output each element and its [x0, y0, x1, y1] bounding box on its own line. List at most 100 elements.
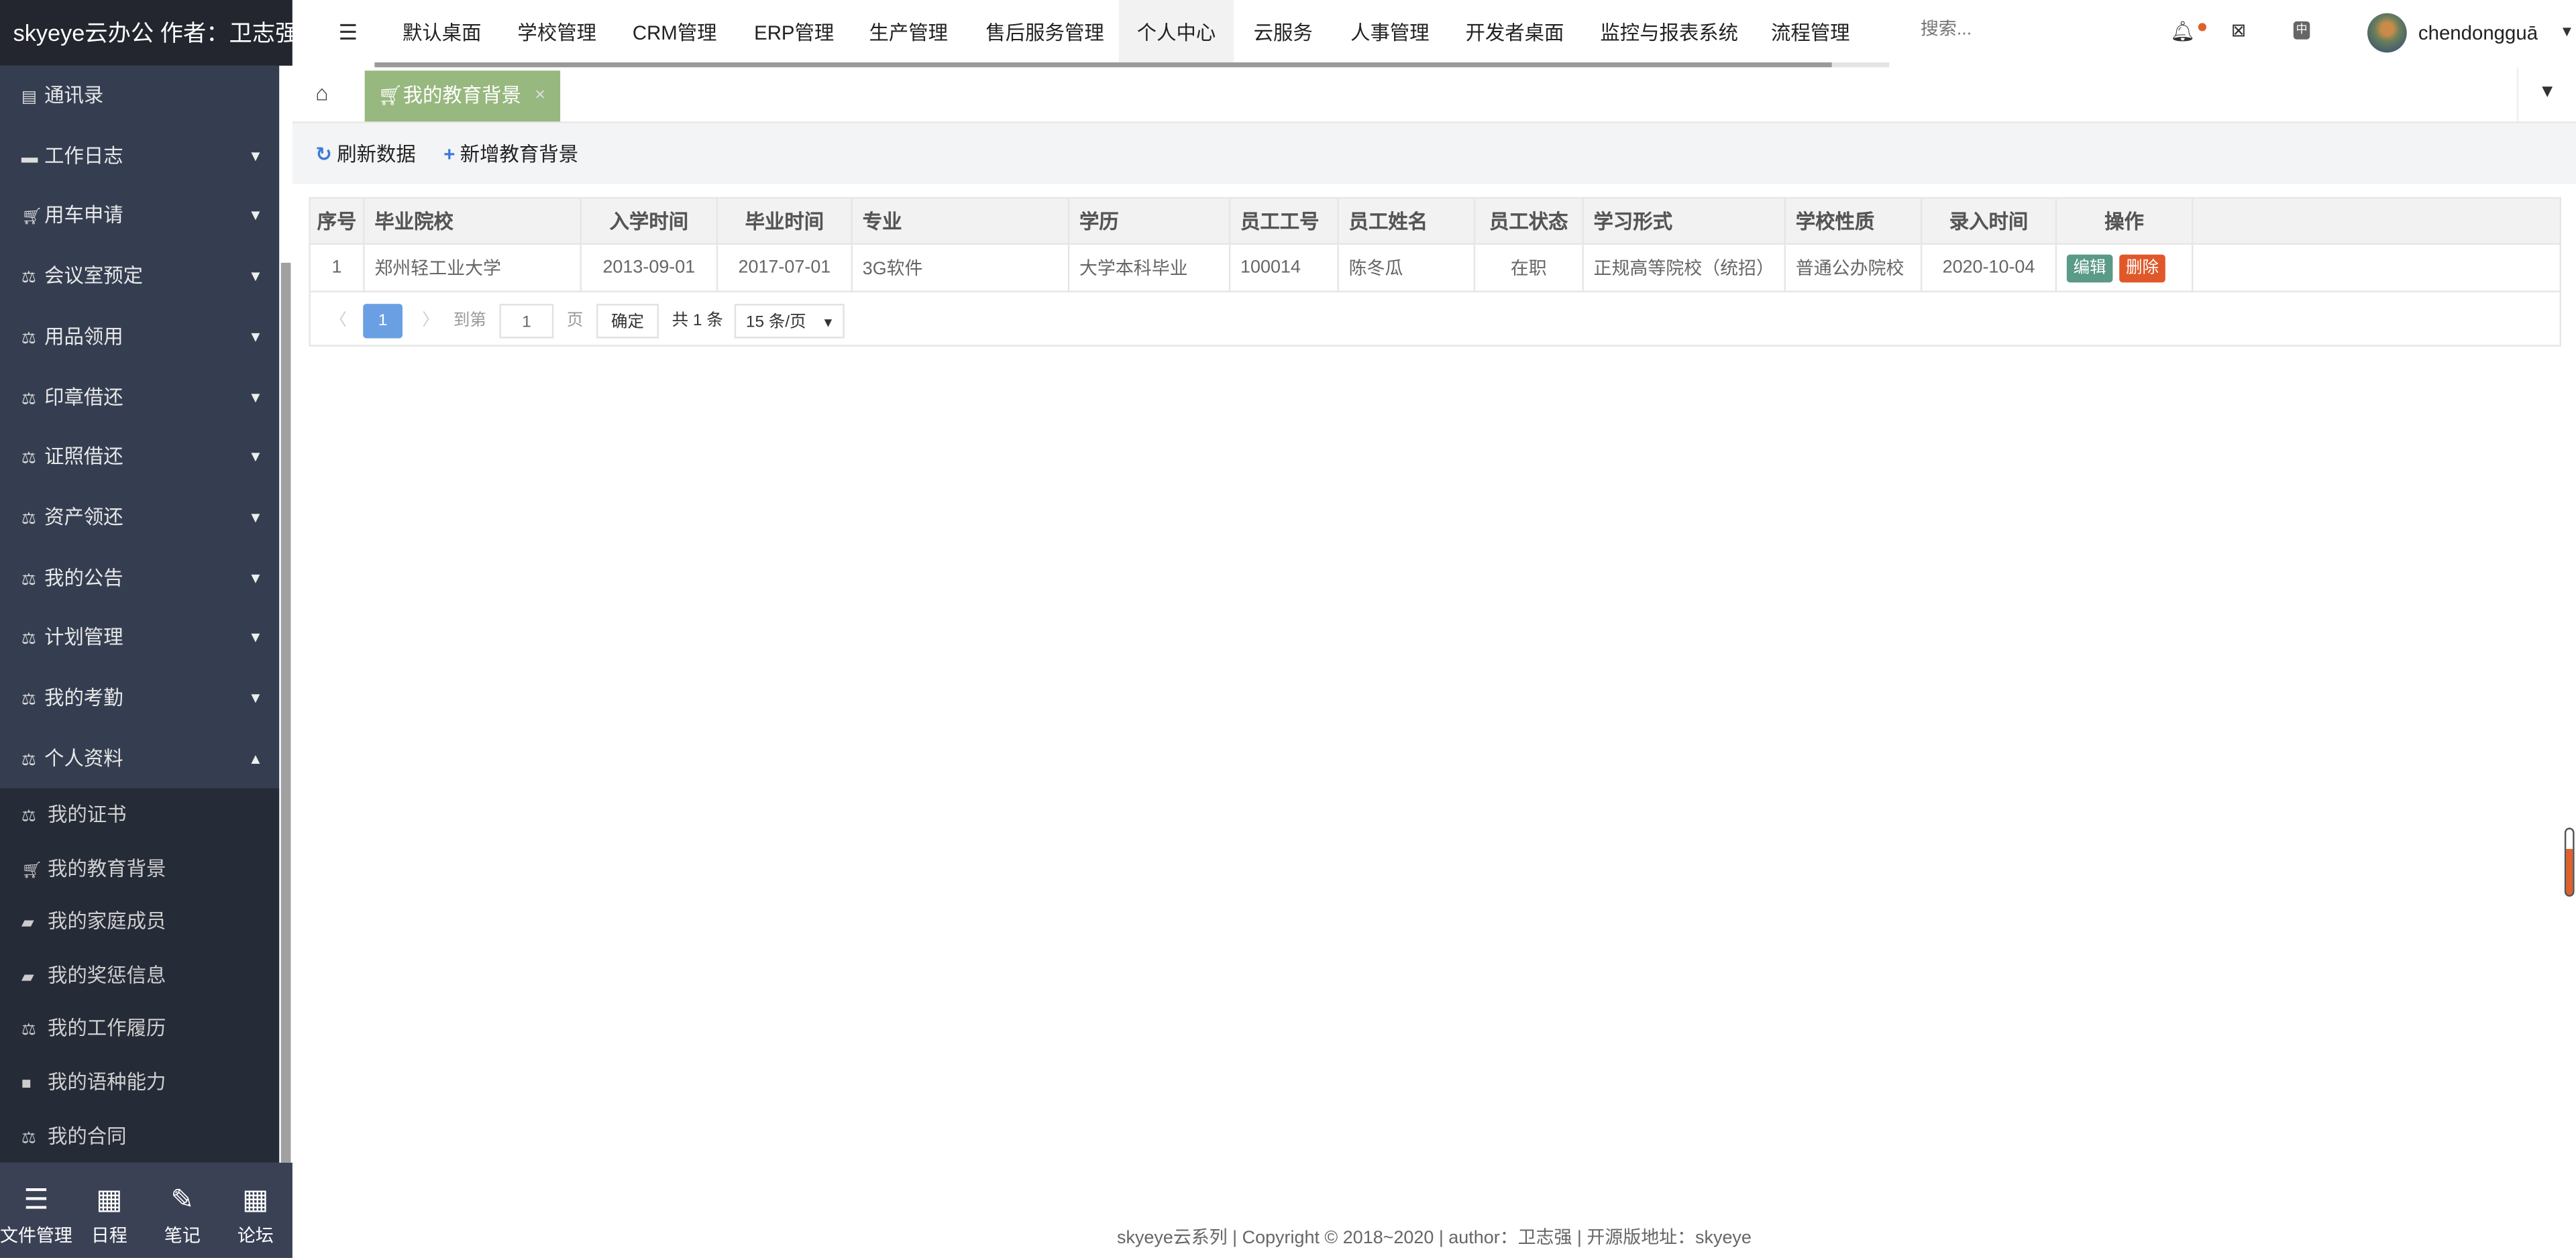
- page-input[interactable]: 1: [499, 304, 554, 339]
- bottom-button-3[interactable]: ▦ 论坛: [219, 1163, 292, 1248]
- message-icon[interactable]: ⊠: [2231, 19, 2247, 41]
- caret-down-icon: ▼: [248, 388, 263, 405]
- sidebar-item-3[interactable]: ⚖︎ 会议室预定 ▼: [0, 247, 279, 306]
- sidebar-item-label: 印章借还: [44, 385, 123, 408]
- table-cell: 2013-09-01: [582, 244, 718, 291]
- sidebar-subitem-1[interactable]: 🛒︎ 我的教育背景: [0, 842, 279, 894]
- nav-item-monitor[interactable]: 监控与报表系统: [1582, 0, 1756, 66]
- sidebar-item-label: 计划管理: [44, 626, 123, 650]
- search-input[interactable]: [1920, 19, 2118, 40]
- sidebar-item-label: 个人资料: [44, 746, 123, 770]
- add-education-button[interactable]: + 新增教育背景: [443, 123, 578, 186]
- sidebar-subitem-0[interactable]: ⚖︎ 我的证书: [0, 789, 279, 841]
- bottom-button-1[interactable]: ▦ 日程: [73, 1163, 146, 1248]
- sidebar-subitem-6[interactable]: ⚖︎ 我的合同: [0, 1110, 279, 1162]
- balance-icon: ⚖︎: [21, 751, 36, 770]
- column-header[interactable]: 员工状态: [1475, 198, 1584, 243]
- bottom-button-2[interactable]: ✎ 笔记: [146, 1163, 219, 1248]
- top-nav: ☰ 默认桌面 学校管理 CRM管理 ERP管理 生产管理 售后服务管理 个人中心…: [292, 0, 2576, 68]
- table-cell: 2020-10-04: [1922, 244, 2057, 291]
- close-icon[interactable]: ×: [535, 70, 545, 121]
- next-page-button[interactable]: 〉: [422, 304, 438, 338]
- sidebar-item-4[interactable]: ⚖︎ 用品领用 ▼: [0, 306, 279, 365]
- home-icon[interactable]: ⌂: [315, 80, 328, 105]
- address-book-icon: ▤: [21, 89, 37, 107]
- sidebar-subitem-label: 我的家庭成员: [48, 910, 166, 933]
- balance-icon: ⚖︎: [21, 1129, 36, 1147]
- caret-down-icon: ▼: [248, 569, 263, 586]
- delete-button[interactable]: 删除: [2119, 253, 2165, 282]
- sidebar-item-7[interactable]: ⚖︎ 资产领还 ▼: [0, 488, 279, 547]
- nav-item-personal-center[interactable]: 个人中心: [1118, 0, 1234, 66]
- column-header[interactable]: 学历: [1069, 198, 1231, 243]
- bottom-button-label: 论坛: [237, 1226, 274, 1247]
- sidebar-item-9[interactable]: ⚖︎ 计划管理 ▼: [0, 608, 279, 667]
- column-header[interactable]: 员工工号: [1230, 198, 1339, 243]
- refresh-button[interactable]: ↻ 刷新数据: [315, 123, 416, 186]
- language-icon[interactable]: 中: [2293, 21, 2310, 40]
- nav-scrollbar[interactable]: [374, 62, 1890, 68]
- nav-item-erp[interactable]: ERP管理: [736, 0, 852, 66]
- sidebar-item-11[interactable]: ⚖︎ 个人资料 ▲: [0, 729, 279, 788]
- page-size-select[interactable]: 15 条/页 ▼: [734, 304, 845, 339]
- page-1-button[interactable]: 1: [363, 304, 403, 339]
- prev-page-button[interactable]: 〈: [330, 304, 346, 338]
- sidebar-scrollbar[interactable]: [279, 65, 292, 1163]
- nav-item-cloud[interactable]: 云服务: [1236, 0, 1331, 66]
- notification-dot: [2198, 23, 2207, 32]
- table-row[interactable]: 1 郑州轻工业大学 2013-09-01 2017-07-01 3G软件 大学本科毕业 10…: [310, 244, 2560, 292]
- user-menu[interactable]: chendongguā: [2418, 0, 2573, 66]
- page-scroll-indicator[interactable]: [2564, 827, 2575, 897]
- nav-item-workflow[interactable]: 流程管理: [1753, 0, 1868, 66]
- table-cell: 100014: [1230, 244, 1339, 291]
- sidebar-subitem-4[interactable]: ⚖︎ 我的工作履历: [0, 1003, 279, 1055]
- table-header: 序号 毕业院校 入学时间 毕业时间 专业 学历 员工工号 员工姓名 员工状态 学习形式 学校性质 录入…: [310, 198, 2560, 245]
- nav-item-hr[interactable]: 人事管理: [1332, 0, 1447, 66]
- sidebar-subitem-label: 我的证书: [48, 803, 127, 826]
- balance-icon: ⚖︎: [21, 807, 36, 826]
- sidebar-bottom-bar: ☰ 文件管理 ▦ 日程 ✎ 笔记 ▦ 论坛: [0, 1162, 292, 1258]
- nav-item-default-desktop[interactable]: 默认桌面: [384, 0, 499, 66]
- tab-menu-button[interactable]: ▼: [2516, 67, 2576, 122]
- chevron-down-icon: ▼: [821, 315, 835, 331]
- sidebar-item-5[interactable]: ⚖︎ 印章借还 ▼: [0, 367, 279, 426]
- sidebar-item-6[interactable]: ⚖︎ 证照借还 ▼: [0, 427, 279, 486]
- education-table: 序号 毕业院校 入学时间 毕业时间 专业 学历 员工工号 员工姓名 员工状态 学习形式 学校性质 录入…: [309, 196, 2561, 347]
- column-header[interactable]: 操作: [2057, 198, 2194, 243]
- nav-item-production[interactable]: 生产管理: [851, 0, 966, 66]
- column-header[interactable]: 入学时间: [582, 198, 718, 243]
- column-header[interactable]: 毕业院校: [365, 198, 582, 243]
- bottom-button-0[interactable]: ☰ 文件管理: [0, 1163, 72, 1248]
- sidebar-item-2[interactable]: 🛒︎ 用车申请 ▼: [0, 186, 279, 245]
- column-header[interactable]: 学习形式: [1584, 198, 1786, 243]
- nav-item-developer[interactable]: 开发者桌面: [1448, 0, 1582, 66]
- nav-item-after-sales[interactable]: 售后服务管理: [967, 0, 1122, 66]
- sidebar-item-10[interactable]: ⚖︎ 我的考勤 ▼: [0, 669, 279, 728]
- user-caret-icon[interactable]: ▼: [2560, 23, 2575, 39]
- column-header[interactable]: 毕业时间: [718, 198, 853, 243]
- tab-education[interactable]: 🛒︎我的教育背景 ×: [364, 70, 561, 122]
- edit-button[interactable]: 编辑: [2066, 253, 2113, 282]
- sidebar-subitem-2[interactable]: ▰ 我的家庭成员: [0, 895, 279, 948]
- sidebar-item-1[interactable]: ▬ 工作日志 ▼: [0, 126, 279, 185]
- nav-item-school[interactable]: 学校管理: [499, 0, 614, 66]
- menu-toggle-icon[interactable]: ☰: [338, 19, 358, 46]
- column-header[interactable]: 员工姓名: [1339, 198, 1476, 243]
- column-header[interactable]: 学校性质: [1786, 198, 1923, 243]
- confirm-button[interactable]: 确定: [596, 304, 659, 339]
- column-header[interactable]: 录入时间: [1922, 198, 2057, 243]
- sidebar-item-0[interactable]: ▤ 通讯录: [0, 66, 279, 125]
- cart-icon: 🛒︎: [378, 83, 403, 107]
- list-icon: ☰: [23, 1184, 49, 1216]
- sidebar-subitem-5[interactable]: ■ 我的语种能力: [0, 1056, 279, 1108]
- footer: skyeye云系列 | Copyright © 2018~2020 | auth…: [1117, 1228, 1752, 1249]
- avatar[interactable]: [2367, 13, 2407, 53]
- nav-item-crm[interactable]: CRM管理: [614, 0, 735, 66]
- bell-icon[interactable]: 🔔︎: [2170, 19, 2195, 42]
- sidebar-subitem-3[interactable]: ▰ 我的奖惩信息: [0, 949, 279, 1001]
- column-header[interactable]: 序号: [311, 198, 365, 243]
- balance-icon: ⚖︎: [21, 510, 36, 529]
- sidebar-subitem-label: 我的奖惩信息: [48, 964, 166, 987]
- sidebar-item-8[interactable]: ⚖︎ 我的公告 ▼: [0, 548, 279, 607]
- column-header[interactable]: 专业: [853, 198, 1070, 243]
